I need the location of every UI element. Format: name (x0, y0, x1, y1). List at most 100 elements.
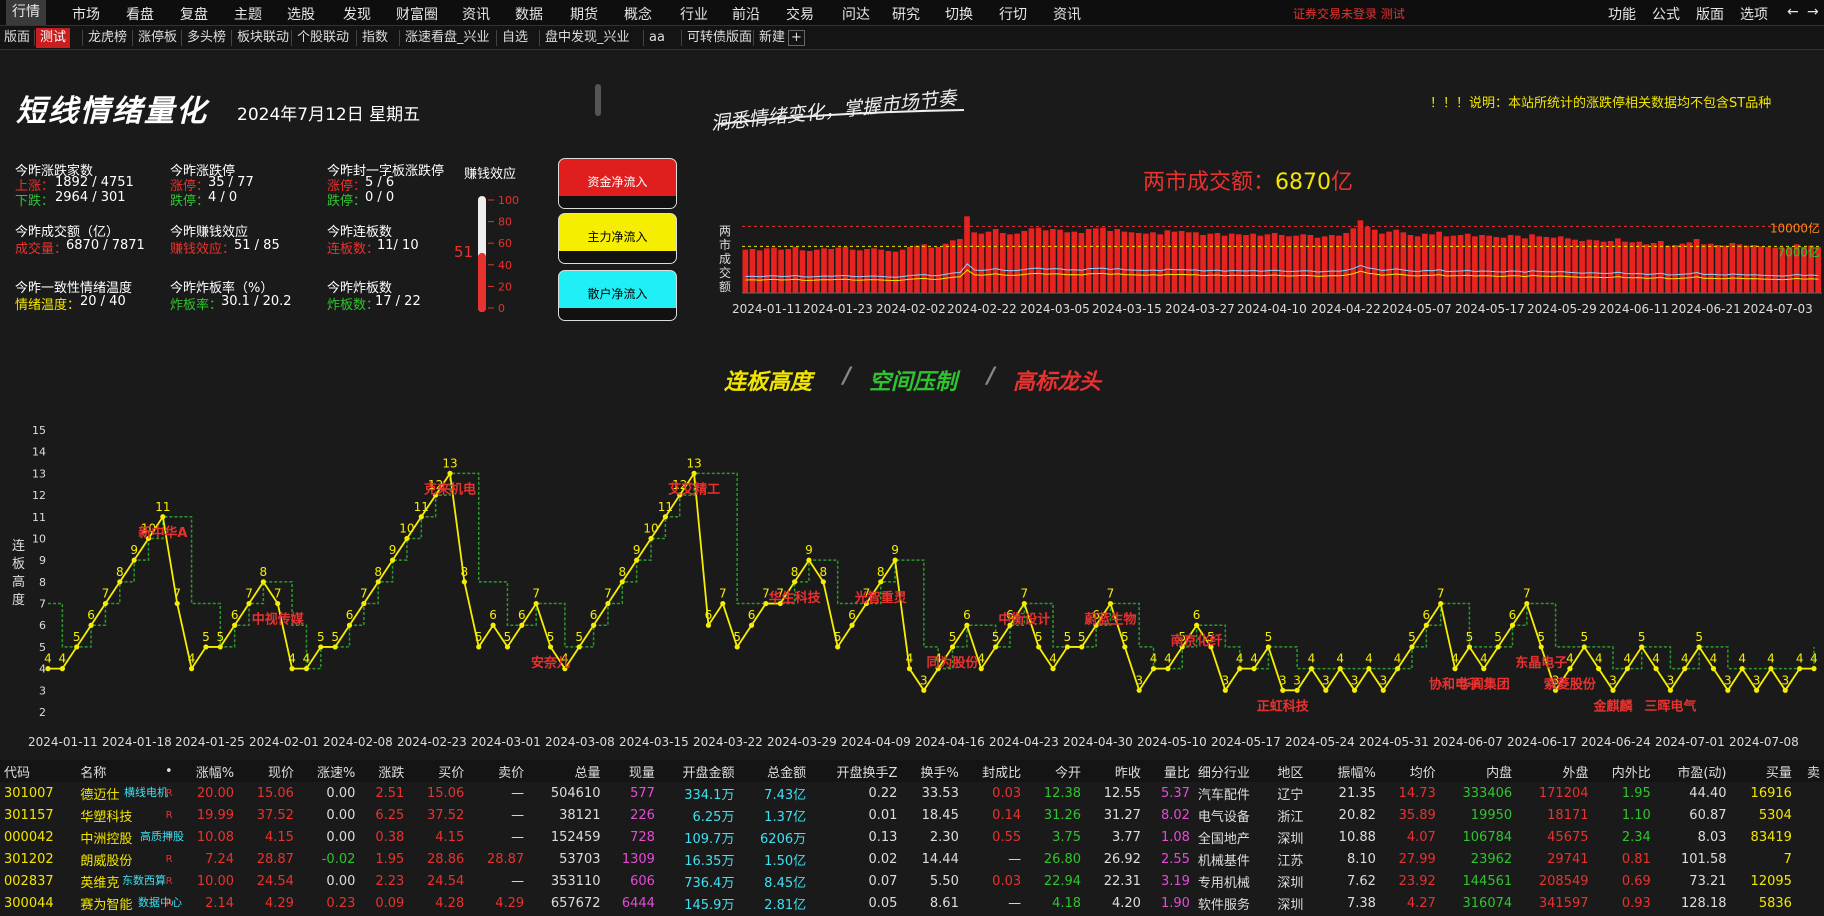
menu-4[interactable]: 主题 (234, 4, 262, 24)
menu-13[interactable]: 前沿 (732, 4, 760, 24)
col-header-12[interactable]: 总金额 (738, 760, 811, 782)
x-tick-label: 2024-03-08 (545, 735, 615, 749)
tab-1[interactable]: 测试 (36, 28, 71, 48)
tab-7[interactable]: 指数 (358, 28, 392, 48)
col-header-22[interactable]: 均价 (1379, 760, 1440, 782)
back-arrow-icon[interactable]: ← (1787, 4, 1799, 20)
col-header-6[interactable]: 涨跌 (359, 760, 409, 782)
col-header-0[interactable]: 代码 (0, 760, 77, 782)
menu-16[interactable]: 研究 (892, 4, 920, 24)
menu-15[interactable]: 问达 (842, 4, 870, 24)
table-cell: 22.94 (1043, 873, 1082, 889)
forward-arrow-icon[interactable]: → (1807, 4, 1819, 20)
turnover-bar (1264, 234, 1271, 293)
menu-3[interactable]: 复盘 (180, 4, 208, 24)
table-row[interactable]: 301157 华塑科技 R 19.99 37.52 0.00 6.25 37.52 — 38121… (0, 804, 1824, 826)
col-header-19[interactable]: 细分行业 (1193, 760, 1274, 782)
menu-5[interactable]: 选股 (287, 4, 315, 24)
tab-4[interactable]: 多头榜 (183, 28, 230, 48)
col-header-15[interactable]: 封成比 (962, 760, 1026, 782)
tab-11[interactable]: aa (645, 28, 669, 48)
menu-1[interactable]: 市场 (72, 4, 100, 24)
height-point (906, 666, 913, 672)
table-cell: 000042 (4, 829, 54, 845)
height-point-label: 8 (260, 565, 268, 579)
col-header-17[interactable]: 昨收 (1085, 760, 1145, 782)
col-header-11[interactable]: 开盘金额 (658, 760, 739, 782)
menu-right-3[interactable]: 选项 (1740, 4, 1768, 24)
add-tab-icon[interactable]: + (788, 30, 805, 46)
col-header-25[interactable]: 内外比 (1592, 760, 1655, 782)
menu-14[interactable]: 交易 (786, 4, 814, 24)
tab-10[interactable]: 盘中发现_兴业 (541, 28, 634, 48)
menu-17[interactable]: 切换 (945, 4, 973, 24)
tab-9[interactable]: 自选 (498, 28, 532, 48)
menu-right-0[interactable]: 功能 (1608, 4, 1636, 24)
tab-8[interactable]: 涨速看盘_兴业 (401, 28, 494, 48)
table-cell: 22.31 (1103, 873, 1141, 889)
col-header-4[interactable]: 现价 (238, 760, 298, 782)
col-header-10[interactable]: 现量 (604, 760, 659, 782)
col-header-9[interactable]: 总量 (528, 760, 605, 782)
table-row[interactable]: 300044 赛为智能 R 2.14 4.29 0.23 0.09 4.28 4.29 65767… (0, 892, 1824, 914)
tab-13[interactable]: 新建 (755, 28, 789, 48)
menu-6[interactable]: 发现 (343, 4, 371, 24)
menu-19[interactable]: 资讯 (1053, 4, 1081, 24)
col-header-8[interactable]: 卖价 (468, 760, 529, 782)
height-point (1265, 644, 1272, 650)
table-cell: 28.86 (427, 851, 465, 867)
flow-button-2[interactable]: 散户净流入 (558, 270, 677, 321)
col-header-14[interactable]: 换手% (901, 760, 963, 782)
table-row[interactable]: 301007 德迈仕 R 20.00 15.06 0.00 2.51 15.06—504610… (0, 782, 1824, 804)
menu-0[interactable]: 行情 (6, 0, 46, 25)
col-header-5[interactable]: 涨速% (297, 760, 360, 782)
menu-18[interactable]: 行切 (999, 4, 1027, 24)
table-cell: 301202 (4, 851, 54, 867)
menu-2[interactable]: 看盘 (126, 4, 154, 24)
col-header-27[interactable]: 买量 (1730, 760, 1796, 782)
col-header-26[interactable]: 市盈(动) (1654, 760, 1731, 782)
table-cell: 0.00 (326, 873, 356, 889)
flow-button-0[interactable]: 资金净流入 (558, 158, 677, 209)
table-row[interactable]: 002837 英维克 R 10.00 24.54 0.00 2.23 24.54—353110… (0, 870, 1824, 892)
menu-10[interactable]: 期货 (570, 4, 598, 24)
tab-5[interactable]: 板块联动 (233, 28, 293, 48)
col-header-24[interactable]: 外盘 (1516, 760, 1593, 782)
tab-2[interactable]: 龙虎榜 (84, 28, 131, 48)
col-header-7[interactable]: 买价 (408, 760, 469, 782)
tab-divider (291, 30, 292, 46)
menu-right-1[interactable]: 公式 (1652, 4, 1680, 24)
col-header-21[interactable]: 振幅% (1318, 760, 1380, 782)
scroll-handle[interactable] (595, 84, 601, 116)
col-header-13[interactable]: 开盘换手Z (810, 760, 902, 782)
height-point-label: 8 (791, 565, 799, 579)
x-tick-label: 2024-02-23 (397, 735, 467, 749)
tab-12[interactable]: 可转债版面 (683, 28, 756, 48)
menu-11[interactable]: 概念 (624, 4, 652, 24)
col-header-1[interactable]: 名称 (76, 760, 156, 782)
menu-right-2[interactable]: 版面 (1696, 4, 1724, 24)
menu-9[interactable]: 数据 (515, 4, 543, 24)
height-point (1064, 644, 1070, 650)
tab-6[interactable]: 个股联动 (293, 28, 353, 48)
menu-8[interactable]: 资讯 (462, 4, 490, 24)
col-header-3[interactable]: 涨幅% (176, 760, 239, 782)
flow-button-1[interactable]: 主力净流入 (558, 213, 677, 264)
x-tick-label: 2024-03-05 (1020, 302, 1090, 316)
table-row[interactable]: 301202 朗威股份 R 7.24 28.87 -0.02 1.95 28.86 28.87 5… (0, 848, 1824, 870)
table-row[interactable]: 000042 中洲控股 R 10.08 4.15 0.00 0.38 4.15—152459 7… (0, 826, 1824, 848)
table-cell: 20.00 (196, 785, 235, 801)
tab-0[interactable]: 版面 (0, 28, 34, 48)
col-header-23[interactable]: 内盘 (1439, 760, 1517, 782)
table-cell: 24.54 (427, 873, 465, 889)
col-header-18[interactable]: 量比 (1144, 760, 1194, 782)
menu-7[interactable]: 财富圈 (396, 4, 438, 24)
col-header-16[interactable]: 今开 (1025, 760, 1086, 782)
menu-12[interactable]: 行业 (680, 4, 708, 24)
col-header-20[interactable]: 地区 (1273, 760, 1319, 782)
tab-3[interactable]: 涨停板 (134, 28, 181, 48)
turnover-bar (914, 245, 920, 293)
col-header-28[interactable]: 卖 (1795, 760, 1824, 782)
turnover-bar-chart: 10000亿 7000亿 2024-01-11 2024-01-23 2024-02-0… (732, 216, 1822, 316)
col-header-2[interactable]: • (155, 760, 177, 782)
